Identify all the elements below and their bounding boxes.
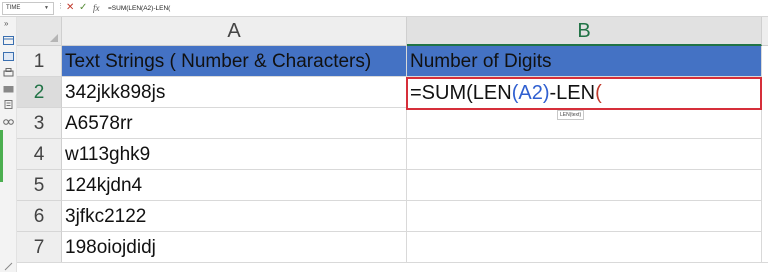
insert-function-button[interactable]: fx: [93, 1, 100, 15]
cell-a1[interactable]: Text Strings ( Number & Characters): [62, 46, 407, 77]
form-icon[interactable]: [3, 52, 14, 61]
cell-b4[interactable]: [407, 139, 762, 170]
cell-b7[interactable]: [407, 232, 762, 263]
row-header-4[interactable]: 4: [17, 139, 62, 170]
cell-a6[interactable]: 3jfkc2122: [62, 201, 407, 232]
cell-a2[interactable]: 342jkk898js: [62, 77, 407, 108]
row-header-1[interactable]: 1: [17, 46, 62, 77]
formula-token-cell-ref: A2: [518, 82, 543, 104]
formula-input[interactable]: =SUM(LEN(A2)-LEN(: [108, 2, 170, 15]
cell-b3[interactable]: [407, 108, 762, 139]
expand-chevron-icon[interactable]: »: [4, 19, 8, 28]
cell-a7[interactable]: 198oiojdidj: [62, 232, 407, 263]
formula-token-paren-close: ): [542, 82, 550, 104]
formula-token-len: -LEN: [549, 82, 596, 104]
function-tooltip[interactable]: LEN(text): [557, 110, 585, 120]
binoculars-icon[interactable]: [3, 116, 14, 125]
row-header-3[interactable]: 3: [17, 108, 62, 139]
row-header-6[interactable]: 6: [17, 201, 62, 232]
more-options-icon[interactable]: ⋮: [57, 2, 64, 10]
document-icon[interactable]: [3, 100, 14, 109]
printer-icon[interactable]: [3, 68, 14, 77]
cell-a4[interactable]: w113ghk9: [62, 139, 407, 170]
grid-bottom-line: [17, 262, 768, 263]
cell-b2-editing[interactable]: =SUM(LEN(A2)-LEN(: [406, 77, 762, 110]
column-header-c[interactable]: [762, 17, 768, 46]
cell-a3[interactable]: A6578rr: [62, 108, 407, 139]
resize-icon[interactable]: [3, 262, 14, 271]
cell-a5[interactable]: 124kjdn4: [62, 170, 407, 201]
select-all-corner[interactable]: [17, 17, 62, 46]
formula-token-func: =SUM(LEN: [410, 82, 512, 104]
formula-token-paren-open-2: (: [595, 82, 602, 104]
formula-bar: TIME ▼ ⋮ ✕ ✓ fx =SUM(LEN(A2)-LEN(: [0, 0, 768, 17]
chevron-down-icon[interactable]: ▼: [44, 5, 49, 11]
column-header-b[interactable]: B: [407, 17, 762, 46]
left-rail: »: [0, 0, 17, 272]
cell-b1[interactable]: Number of Digits: [407, 46, 762, 77]
cell-b5[interactable]: [407, 170, 762, 201]
column-header-a[interactable]: A: [62, 17, 407, 46]
folder-icon[interactable]: [3, 84, 14, 93]
cell-b6[interactable]: [407, 201, 762, 232]
selection-indicator: [0, 130, 3, 182]
table-icon[interactable]: [3, 36, 14, 45]
enter-button[interactable]: ✓: [79, 1, 87, 15]
row-header-5[interactable]: 5: [17, 170, 62, 201]
cancel-button[interactable]: ✕: [66, 1, 74, 15]
row-header-2[interactable]: 2: [17, 77, 62, 108]
row-header-7[interactable]: 7: [17, 232, 62, 263]
name-box-value: TIME: [6, 5, 21, 11]
